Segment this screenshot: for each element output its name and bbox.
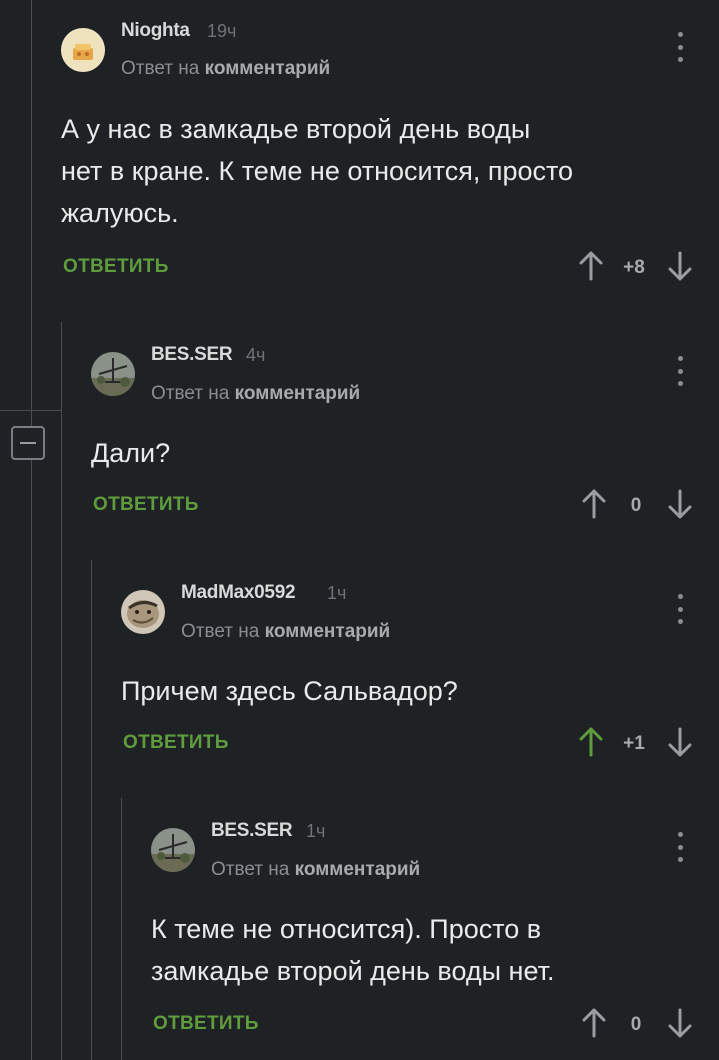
more-vertical-icon[interactable] xyxy=(670,32,690,62)
username[interactable]: Nioghta xyxy=(121,20,190,42)
reply-to-link[interactable]: Ответ на комментарий xyxy=(151,383,360,405)
reply-button[interactable]: ОТВЕТИТЬ xyxy=(123,732,229,754)
avatar[interactable] xyxy=(151,828,195,872)
comment-text: А у нас в замкадье второй день воды нет … xyxy=(61,114,574,228)
more-vertical-icon[interactable] xyxy=(670,356,690,386)
timestamp: 4ч xyxy=(246,345,266,365)
score: 0 xyxy=(630,1014,642,1035)
thread-line xyxy=(121,798,122,1060)
reply-button[interactable]: ОТВЕТИТЬ xyxy=(63,256,169,278)
thread-connector xyxy=(0,410,62,411)
thread-line xyxy=(31,0,32,1060)
arrow-up-icon[interactable] xyxy=(578,726,604,758)
arrow-up-icon[interactable] xyxy=(581,488,607,520)
username[interactable]: BES.SER xyxy=(211,820,293,842)
avatar[interactable] xyxy=(61,28,105,72)
timestamp: 1ч xyxy=(306,821,326,841)
reply-button[interactable]: ОТВЕТИТЬ xyxy=(153,1013,259,1035)
arrow-up-icon[interactable] xyxy=(581,1007,607,1039)
thread-line xyxy=(91,560,92,1060)
username[interactable]: BES.SER xyxy=(151,344,233,366)
reply-to-link[interactable]: Ответ на комментарий xyxy=(181,621,390,643)
score: +1 xyxy=(623,733,645,754)
username[interactable]: MadMax0592 xyxy=(181,582,296,604)
score: 0 xyxy=(630,495,642,516)
timestamp: 1ч xyxy=(327,583,347,603)
arrow-down-icon[interactable] xyxy=(667,250,693,282)
comment-text: Причем здесь Сальвадор? xyxy=(121,676,458,706)
reply-button[interactable]: ОТВЕТИТЬ xyxy=(93,494,199,516)
timestamp: 19ч xyxy=(207,21,237,41)
avatar[interactable] xyxy=(121,590,165,634)
arrow-down-icon[interactable] xyxy=(667,1007,693,1039)
more-vertical-icon[interactable] xyxy=(670,832,690,862)
avatar[interactable] xyxy=(91,352,135,396)
arrow-down-icon[interactable] xyxy=(667,726,693,758)
collapse-thread-button[interactable] xyxy=(11,426,45,460)
thread-line xyxy=(61,322,62,1060)
reply-to-link[interactable]: Ответ на комментарий xyxy=(211,859,420,881)
score: +8 xyxy=(623,257,645,278)
more-vertical-icon[interactable] xyxy=(670,594,690,624)
reply-to-link[interactable]: Ответ на комментарий xyxy=(121,58,330,80)
comment-text: К теме не относится). Просто в замкадье … xyxy=(151,914,555,986)
comment-text: Дали? xyxy=(91,438,171,468)
arrow-down-icon[interactable] xyxy=(667,488,693,520)
arrow-up-icon[interactable] xyxy=(578,250,604,282)
